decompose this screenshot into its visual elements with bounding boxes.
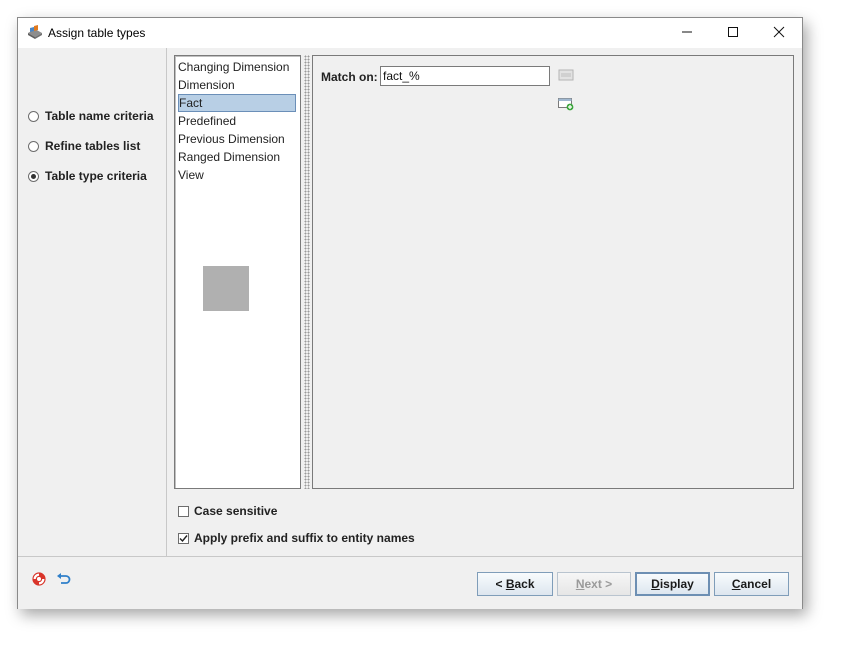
next-button[interactable]: Next > — [557, 572, 631, 596]
apply-prefix-label: Apply prefix and suffix to entity names — [194, 531, 415, 545]
cancel-label-rest: ancel — [740, 577, 772, 591]
undo-icon[interactable] — [56, 572, 72, 586]
close-icon — [773, 26, 785, 38]
minimize-button[interactable] — [664, 18, 710, 48]
minimize-icon — [682, 31, 692, 33]
assign-table-types-dialog: Assign table types Table name criteria R… — [17, 17, 803, 609]
criteria-nav: Table name criteria Refine tables list T… — [18, 48, 167, 556]
back-button[interactable]: < Back — [477, 572, 553, 596]
maximize-button[interactable] — [710, 18, 756, 48]
table-type-list[interactable]: Changing Dimension Dimension Fact Predef… — [174, 55, 301, 489]
next-label-rest: ext > — [584, 577, 613, 591]
option-label: Refine tables list — [45, 139, 141, 153]
match-on-input[interactable]: fact_% — [380, 66, 550, 86]
help-lifebuoy-icon[interactable] — [32, 572, 46, 586]
list-item[interactable]: Changing Dimension — [178, 58, 296, 76]
radio-button[interactable] — [28, 140, 39, 152]
maximize-icon — [728, 27, 738, 37]
display-label-rest: isplay — [659, 577, 694, 591]
add-row-icon[interactable] — [558, 97, 574, 111]
placeholder-box — [203, 266, 249, 311]
split-pane-divider[interactable] — [304, 55, 310, 489]
list-item[interactable]: Previous Dimension — [178, 130, 296, 148]
radio-button-selected[interactable] — [28, 170, 39, 182]
option-refine-tables-list[interactable]: Refine tables list — [28, 137, 140, 155]
apply-prefix-option[interactable]: Apply prefix and suffix to entity names — [178, 530, 415, 546]
back-label-rest: ack — [514, 577, 535, 591]
option-label: Table type criteria — [45, 169, 147, 183]
cancel-button[interactable]: Cancel — [714, 572, 789, 596]
option-label: Table name criteria — [45, 109, 154, 123]
list-item[interactable]: View — [178, 166, 296, 184]
option-table-name-criteria[interactable]: Table name criteria — [28, 107, 154, 125]
list-item[interactable]: Predefined — [178, 112, 296, 130]
title-bar: Assign table types — [18, 18, 802, 48]
match-on-label: Match on: — [321, 70, 378, 84]
case-sensitive-label: Case sensitive — [194, 504, 278, 518]
button-bar: < Back Next > Display Cancel — [18, 556, 802, 609]
back-prefix: < — [495, 577, 506, 591]
close-button[interactable] — [756, 18, 802, 48]
option-table-type-criteria[interactable]: Table type criteria — [28, 167, 147, 185]
clear-field-icon[interactable] — [558, 68, 574, 82]
list-item[interactable]: Ranged Dimension — [178, 148, 296, 166]
radio-button[interactable] — [28, 110, 39, 122]
display-mnemonic: D — [651, 577, 660, 591]
list-item[interactable]: Dimension — [178, 76, 296, 94]
match-panel: Match on: fact_% — [312, 55, 794, 489]
case-sensitive-checkbox[interactable] — [178, 505, 189, 517]
checkmark-icon — [179, 534, 188, 542]
apply-prefix-checkbox[interactable] — [178, 532, 189, 544]
list-item-selected[interactable]: Fact — [178, 94, 296, 112]
case-sensitive-option[interactable]: Case sensitive — [178, 503, 277, 519]
app-logo-icon — [26, 24, 44, 40]
display-button[interactable]: Display — [635, 572, 710, 596]
window-title: Assign table types — [48, 26, 146, 40]
